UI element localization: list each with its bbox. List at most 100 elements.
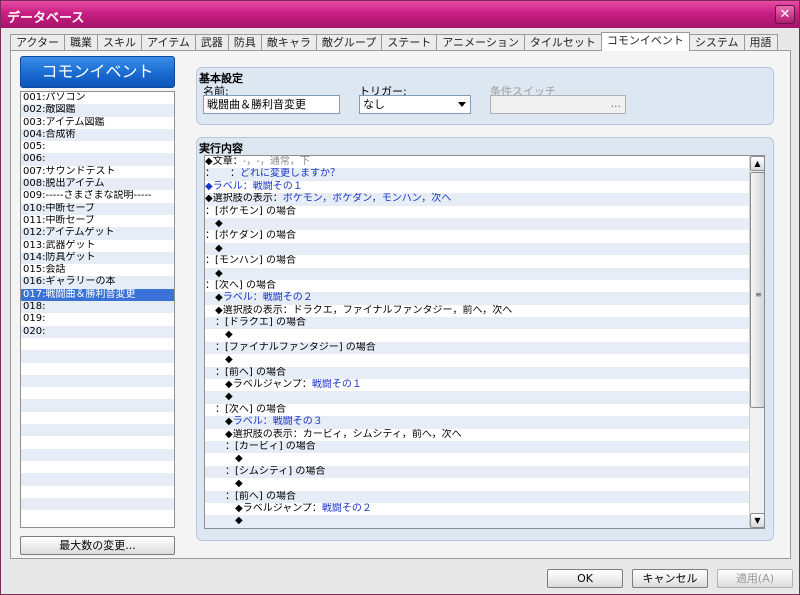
tab-1[interactable]: 職業 xyxy=(64,34,99,51)
exec-segment: ◆ xyxy=(205,267,223,279)
list-item[interactable]: 018: xyxy=(21,301,174,314)
exec-line[interactable]: ◆ラベル：戦闘その２ xyxy=(205,292,764,305)
list-item[interactable]: 009:-----さまざまな説明----- xyxy=(21,190,174,202)
exec-line[interactable]: ◆選択肢の表示：カービィ，シムシティ，前へ，次へ xyxy=(205,429,764,441)
exec-line[interactable]: ◆選択肢の表示：ドラクエ，ファイナルファンタジー，前へ，次へ xyxy=(205,305,764,317)
tab-3[interactable]: アイテム xyxy=(141,34,196,51)
exec-line[interactable]: ：[シムシティ] の場合 xyxy=(205,465,764,479)
exec-segment: ：[前へ] の場合 xyxy=(205,490,296,502)
tab-11[interactable]: コモンイベント xyxy=(600,32,690,51)
exec-line[interactable]: ◆ xyxy=(205,217,764,231)
list-item[interactable]: 003:アイテム図鑑 xyxy=(21,117,174,129)
tab-0[interactable]: アクター xyxy=(10,34,66,51)
close-icon[interactable]: ✕ xyxy=(775,5,795,24)
window-title: データベース xyxy=(7,11,85,26)
exec-segment: ：[シムシティ] の場合 xyxy=(205,465,326,477)
tab-2[interactable]: スキル xyxy=(97,34,143,51)
exec-line[interactable]: ：[ファイナルファンタジー] の場合 xyxy=(205,341,764,355)
scroll-thumb[interactable]: ≡ xyxy=(750,172,765,408)
exec-line[interactable]: ◆ラベルジャンプ：戦闘その２ xyxy=(205,503,764,515)
list-item-empty[interactable] xyxy=(21,448,174,461)
exec-line[interactable]: ◆選択肢の表示：ポケモン，ポケダン，モンハン，次へ xyxy=(205,193,764,206)
common-event-list[interactable]: 001:パソコン 002:敵図鑑 003:アイテム図鑑 004:合成術 005: 006:… xyxy=(20,91,175,528)
cancel-button[interactable]: キャンセル xyxy=(632,569,708,588)
list-item-empty[interactable] xyxy=(21,363,174,375)
exec-line[interactable]: ◆ xyxy=(205,391,764,404)
condition-switch-field[interactable]: ... xyxy=(490,95,626,114)
exec-line[interactable]: ◆ xyxy=(205,478,764,490)
list-item[interactable]: 008:脱出アイテム xyxy=(21,178,174,191)
list-item[interactable]: 014:防具ゲット xyxy=(21,251,174,265)
list-item[interactable]: 005: xyxy=(21,141,174,153)
list-item[interactable]: 011:中断セーブ xyxy=(21,215,174,227)
exec-line[interactable]: ◆ xyxy=(205,242,764,256)
exec-line[interactable]: ：[ポケダン] の場合 xyxy=(205,230,764,242)
list-item-empty[interactable] xyxy=(21,486,174,498)
exec-line[interactable]: ：[ポケモン] の場合 xyxy=(205,206,764,218)
list-item[interactable]: 013:武器ゲット xyxy=(21,240,174,252)
title-bar[interactable]: データベース ✕ xyxy=(1,1,799,28)
list-item-empty[interactable] xyxy=(21,510,174,522)
apply-button[interactable]: 適用(A) xyxy=(717,569,793,588)
list-item[interactable]: 012:アイテムゲット xyxy=(21,227,174,240)
list-item-empty[interactable] xyxy=(21,387,174,399)
exec-line[interactable]: ：[カービィ] の場合 xyxy=(205,440,764,454)
tab-9[interactable]: アニメーション xyxy=(436,34,525,51)
max-count-button[interactable]: 最大数の変更... xyxy=(20,536,175,555)
list-item[interactable]: 002:敵図鑑 xyxy=(21,104,174,117)
tab-10[interactable]: タイルセット xyxy=(523,34,602,51)
list-item-empty[interactable] xyxy=(21,473,174,486)
list-item-empty[interactable] xyxy=(21,399,174,412)
list-item-empty[interactable] xyxy=(21,374,174,388)
scroll-down-icon[interactable]: ▼ xyxy=(750,513,765,528)
list-item[interactable]: 017:戦闘曲＆勝利音変更 xyxy=(21,288,174,302)
list-item[interactable]: 001:パソコン xyxy=(21,92,174,104)
exec-line[interactable]: ◆ xyxy=(205,267,764,280)
exec-line[interactable]: ◆文章：-，-，通常，下 xyxy=(205,156,764,168)
exec-line[interactable]: ：[前へ] の場合 xyxy=(205,366,764,380)
exec-line[interactable]: ：[ドラクエ] の場合 xyxy=(205,317,764,330)
tab-13[interactable]: 用語 xyxy=(743,34,778,51)
list-item-empty[interactable] xyxy=(21,412,174,424)
tab-12[interactable]: システム xyxy=(688,34,745,51)
exec-scrollbar[interactable]: ▲ ≡ ▼ xyxy=(749,156,765,528)
ok-button[interactable]: OK xyxy=(547,569,623,588)
tab-4[interactable]: 武器 xyxy=(194,34,229,51)
tab-5[interactable]: 防具 xyxy=(227,34,262,51)
trigger-select[interactable]: なし xyxy=(359,95,471,114)
trigger-value: なし xyxy=(363,98,385,111)
list-item[interactable]: 019: xyxy=(21,313,174,325)
list-item-empty[interactable] xyxy=(21,461,174,473)
list-item-empty[interactable] xyxy=(21,350,174,363)
list-item-empty[interactable] xyxy=(21,424,174,437)
exec-line[interactable]: ◆ xyxy=(205,453,764,465)
exec-line[interactable]: ◆ xyxy=(205,329,764,341)
exec-line[interactable]: ：[モンハン] の場合 xyxy=(205,255,764,267)
tab-6[interactable]: 敵キャラ xyxy=(260,34,317,51)
exec-line[interactable]: ： ：どれに変更しますか？ xyxy=(205,168,764,181)
exec-line[interactable]: ：[前へ] の場合 xyxy=(205,490,764,503)
name-field[interactable]: 戦闘曲＆勝利音変更 xyxy=(203,95,340,114)
exec-line[interactable]: ◆ xyxy=(205,354,764,366)
list-item[interactable]: 016:ギャラリーの本 xyxy=(21,276,174,289)
tab-8[interactable]: ステート xyxy=(381,34,438,51)
exec-line[interactable]: ：[次へ] の場合 xyxy=(205,280,764,292)
exec-line[interactable]: ◆ xyxy=(205,515,764,528)
exec-line[interactable]: ◆ラベル：戦闘その３ xyxy=(205,416,764,429)
exec-line[interactable]: ◆ラベルジャンプ：戦闘その１ xyxy=(205,379,764,391)
list-item[interactable]: 007:サウンドテスト xyxy=(21,166,174,178)
list-item[interactable]: 010:中断セーブ xyxy=(21,202,174,215)
list-item[interactable]: 006: xyxy=(21,153,174,166)
list-item[interactable]: 015:会話 xyxy=(21,264,174,276)
list-item[interactable]: 004:合成術 xyxy=(21,128,174,142)
exec-content-list[interactable]: ◆文章：-，-，通常，下： ：どれに変更しますか？ ◆ラベル：戦闘その１ ◆選択肢の… xyxy=(204,155,765,529)
tab-7[interactable]: 敵グループ xyxy=(315,34,383,51)
exec-segment: ：[次へ] の場合 xyxy=(205,279,276,291)
list-item-empty[interactable] xyxy=(21,497,174,511)
exec-line[interactable]: ◆ラベル：戦闘その１ xyxy=(205,181,764,193)
list-item[interactable]: 020: xyxy=(21,325,174,338)
list-item-empty[interactable] xyxy=(21,436,174,448)
exec-line[interactable]: ：[次へ] の場合 xyxy=(205,404,764,416)
scroll-up-icon[interactable]: ▲ xyxy=(750,156,765,171)
list-item-empty[interactable] xyxy=(21,338,174,350)
